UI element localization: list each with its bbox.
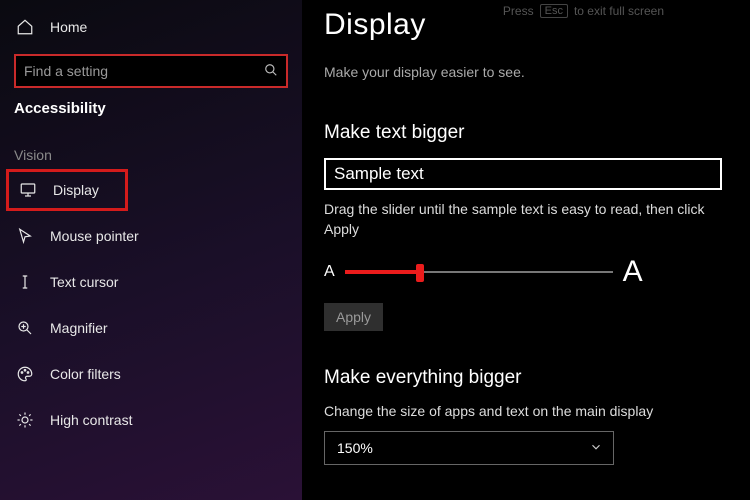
text-size-slider[interactable] [345, 262, 613, 282]
sample-text-box: Sample text [324, 158, 722, 190]
sidebar-item-high-contrast[interactable]: High contrast [0, 397, 302, 443]
sidebar-item-label: Magnifier [50, 320, 108, 336]
scale-description: Change the size of apps and text on the … [324, 403, 724, 419]
sidebar-item-label: Color filters [50, 366, 121, 382]
palette-icon [14, 365, 36, 383]
slider-thumb[interactable] [416, 264, 424, 282]
sidebar-item-magnifier[interactable]: Magnifier [0, 305, 302, 351]
esc-key: Esc [540, 4, 568, 18]
group-vision: Vision [0, 125, 302, 167]
search-input-wrap[interactable] [14, 54, 288, 88]
text-size-slider-row: A A [324, 255, 724, 289]
fullscreen-hint: Press Esc to exit full screen [503, 4, 664, 18]
scale-value: 150% [337, 440, 373, 456]
chevron-down-icon [589, 440, 603, 457]
home-icon [14, 18, 36, 36]
monitor-icon [17, 181, 39, 199]
text-cursor-icon [14, 273, 36, 291]
sidebar-item-text-cursor[interactable]: Text cursor [0, 259, 302, 305]
home-label: Home [50, 19, 87, 35]
small-a-label: A [324, 263, 335, 281]
category-accessibility: Accessibility [0, 98, 302, 125]
sidebar-item-mouse-pointer[interactable]: Mouse pointer [0, 213, 302, 259]
magnifier-icon [14, 319, 36, 337]
sidebar-item-label: Text cursor [50, 274, 118, 290]
section-make-text-bigger: Make text bigger [324, 122, 724, 144]
brightness-icon [14, 411, 36, 429]
cursor-icon [14, 227, 36, 245]
sidebar-item-label: Display [53, 182, 99, 198]
sidebar-item-home[interactable]: Home [0, 6, 302, 48]
apply-button[interactable]: Apply [324, 303, 383, 331]
section-make-everything-bigger: Make everything bigger [324, 367, 724, 389]
page-subtitle: Make your display easier to see. [324, 64, 724, 80]
sidebar-item-label: Mouse pointer [50, 228, 139, 244]
sidebar-item-label: High contrast [50, 412, 132, 428]
slider-instruction: Drag the slider until the sample text is… [324, 200, 724, 239]
big-a-label: A [623, 255, 643, 289]
scale-dropdown[interactable]: 150% [324, 431, 614, 465]
search-input[interactable] [24, 63, 264, 79]
sidebar-item-color-filters[interactable]: Color filters [0, 351, 302, 397]
selected-highlight: Display [6, 169, 128, 211]
search-icon [264, 63, 278, 80]
sidebar: Home Accessibility Vision Display Mouse … [0, 0, 302, 500]
sidebar-item-display[interactable]: Display [9, 172, 125, 208]
main-content: Press Esc to exit full screen Display Ma… [302, 0, 750, 500]
